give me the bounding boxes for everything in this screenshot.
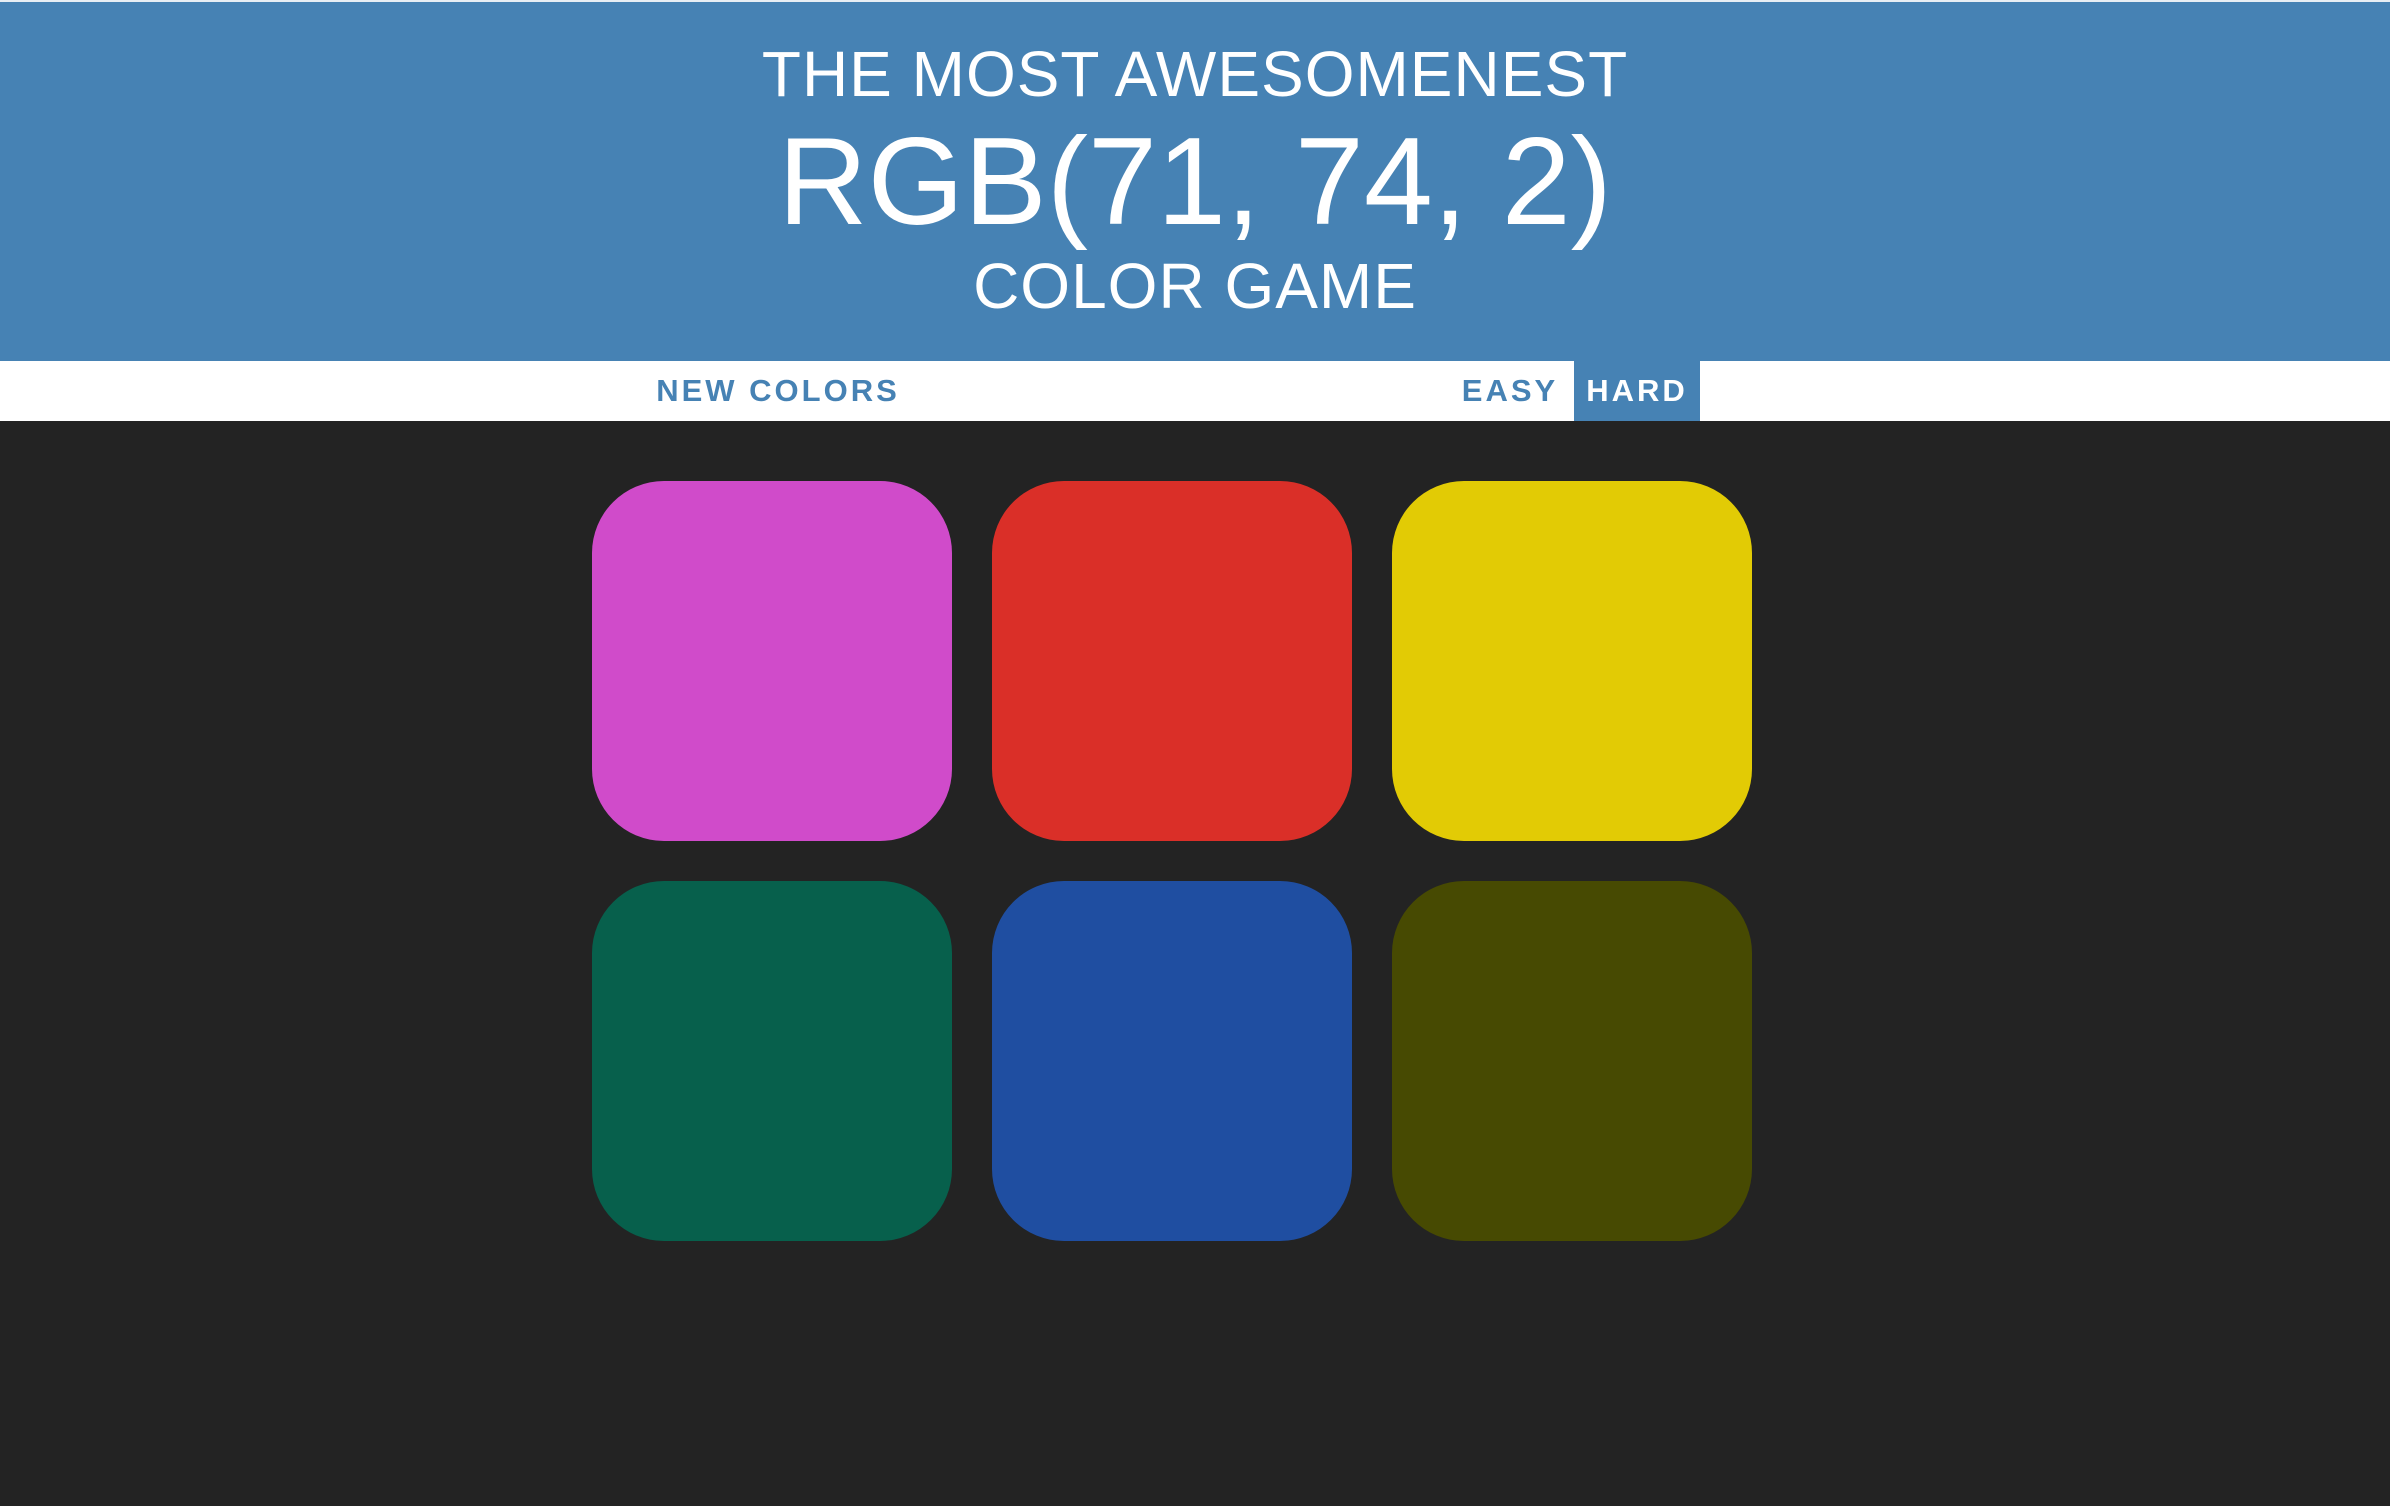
- easy-mode-button[interactable]: EASY: [1446, 361, 1574, 421]
- hard-mode-button[interactable]: HARD: [1574, 361, 1700, 421]
- control-stripe: NEW COLORS EASY HARD: [0, 361, 2390, 421]
- color-square-1[interactable]: [592, 481, 952, 841]
- color-square-6[interactable]: [1392, 881, 1752, 1241]
- target-color-display: RGB(71, 74, 2): [778, 113, 1612, 251]
- color-square-5[interactable]: [992, 881, 1352, 1241]
- header: THE MOST AWESOMENEST RGB(71, 74, 2) COLO…: [0, 0, 2390, 361]
- color-square-4[interactable]: [592, 881, 952, 1241]
- new-colors-button[interactable]: NEW COLORS: [640, 361, 916, 421]
- title-line-1: THE MOST AWESOMENEST: [761, 38, 1629, 110]
- color-board: [592, 481, 1752, 1243]
- title-line-3: COLOR GAME: [973, 250, 1417, 322]
- color-square-3[interactable]: [1392, 481, 1752, 841]
- color-square-2[interactable]: [992, 481, 1352, 841]
